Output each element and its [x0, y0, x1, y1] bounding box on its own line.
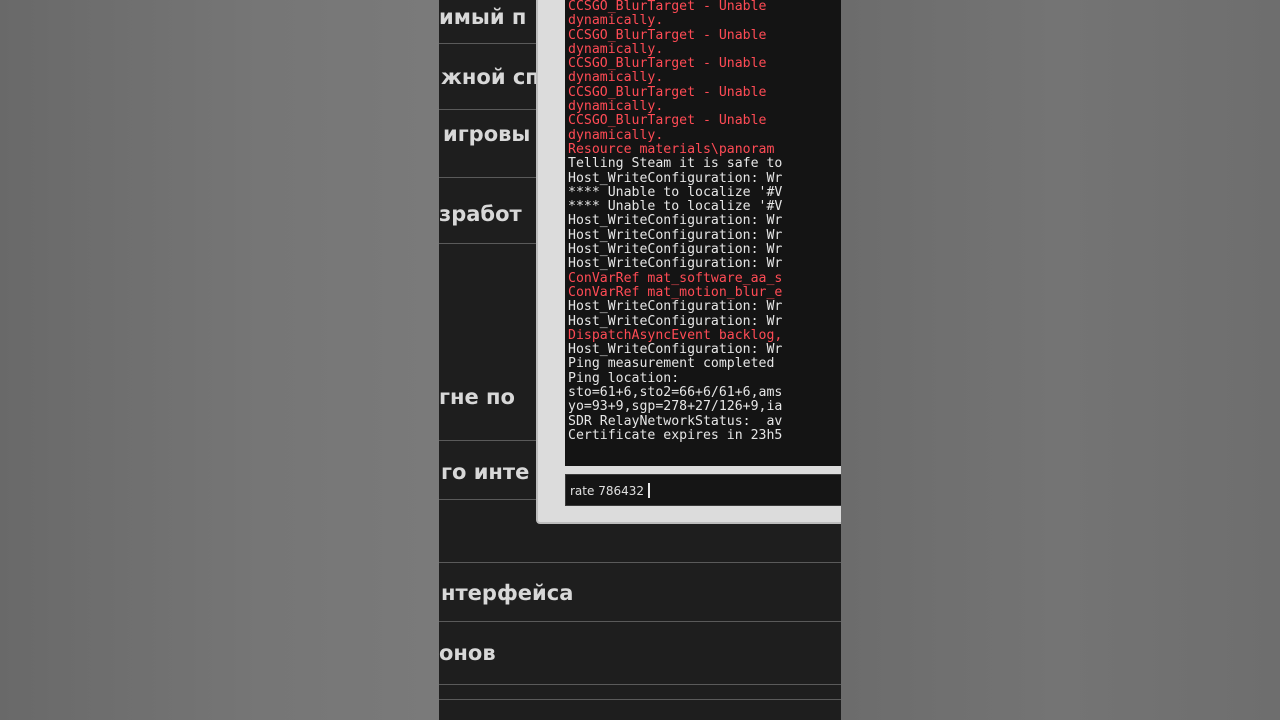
console-log-line: sto=61+6,sto2=66+6/61+6,ams: [568, 385, 783, 401]
screen-photo: имый п жной сп игровы зработ гне по го и…: [439, 0, 841, 720]
console-log-line: Host_WriteConfiguration: Wr: [568, 313, 783, 329]
console-log-line: **** Unable to localize '#V: [568, 184, 783, 200]
blurred-left-backdrop: [0, 0, 439, 720]
text-cursor: [648, 483, 650, 498]
console-log-line: dynamically.: [568, 13, 664, 29]
console-log-line: Ping location:: [568, 370, 680, 386]
console-log-line: Host_WriteConfiguration: Wr: [568, 242, 783, 258]
console-input-value: rate 786432: [570, 484, 644, 498]
console-log-line: dynamically.: [568, 70, 664, 86]
console-log-line: Telling Steam it is safe to: [568, 156, 783, 172]
console-input[interactable]: rate 786432: [565, 474, 841, 506]
console-log[interactable]: CCSGO_BlurTarget - Unable dynamically. CCS…: [565, 0, 841, 466]
console-log-line: Host_WriteConfiguration: Wr: [568, 342, 783, 358]
menu-item-label: го инте: [441, 460, 530, 484]
console-log-line: Host_WriteConfiguration: Wr: [568, 213, 783, 229]
console-log-line: Host_WriteConfiguration: Wr: [568, 256, 783, 272]
console-log-line: **** Unable to localize '#V: [568, 199, 783, 215]
console-log-text: CCSGO_BlurTarget - Unable dynamically. CCS…: [568, 0, 782, 443]
menu-divider: [439, 685, 841, 700]
console-log-line: SDR RelayNetworkStatus: av: [568, 413, 783, 429]
console-log-line: ConVarRef mat_software_aa_s: [568, 270, 783, 286]
console-log-line: CCSGO_BlurTarget - Unable: [568, 84, 767, 100]
menu-item-label: имый п: [439, 5, 527, 29]
console-log-line: CCSGO_BlurTarget - Unable: [568, 0, 767, 14]
console-log-line: Certificate expires in 23h5: [568, 427, 783, 443]
console-log-line: Host_WriteConfiguration: Wr: [568, 170, 783, 186]
console-log-line: Ping measurement completed: [568, 356, 775, 372]
console-log-line: CCSGO_BlurTarget - Unable: [568, 56, 767, 72]
console-log-line: Resource materials\panoram: [568, 141, 775, 157]
console-log-line: dynamically.: [568, 127, 664, 143]
console-log-line: Host_WriteConfiguration: Wr: [568, 299, 783, 315]
menu-item[interactable]: нтерфейса: [439, 563, 841, 622]
menu-item-label: игровы: [443, 122, 531, 146]
menu-item-label: онов: [439, 641, 496, 665]
menu-item-label: гне по: [439, 385, 515, 409]
console-log-line: CCSGO_BlurTarget - Unable: [568, 27, 767, 43]
console-log-line: ConVarRef mat_motion_blur_e: [568, 284, 783, 300]
console-log-line: DispatchAsyncEvent backlog,: [568, 327, 783, 343]
console-log-line: CCSGO_BlurTarget - Unable: [568, 113, 767, 129]
console-log-line: Host_WriteConfiguration: Wr: [568, 227, 783, 243]
console-input-text: rate 786432: [570, 483, 650, 498]
menu-item-label: зработ: [439, 202, 522, 226]
developer-console: CCSGO_BlurTarget - Unable dynamically. CCS…: [536, 0, 841, 524]
menu-item-label: жной сп: [441, 65, 540, 89]
menu-item-label: нтерфейса: [441, 581, 574, 605]
menu-item[interactable]: онов: [439, 622, 841, 685]
console-log-line: yo=93+9,sgp=278+27/126+9,ia: [568, 399, 783, 415]
console-log-line: dynamically.: [568, 41, 664, 57]
blurred-right-backdrop: [841, 0, 1280, 720]
console-log-line: dynamically.: [568, 99, 664, 115]
